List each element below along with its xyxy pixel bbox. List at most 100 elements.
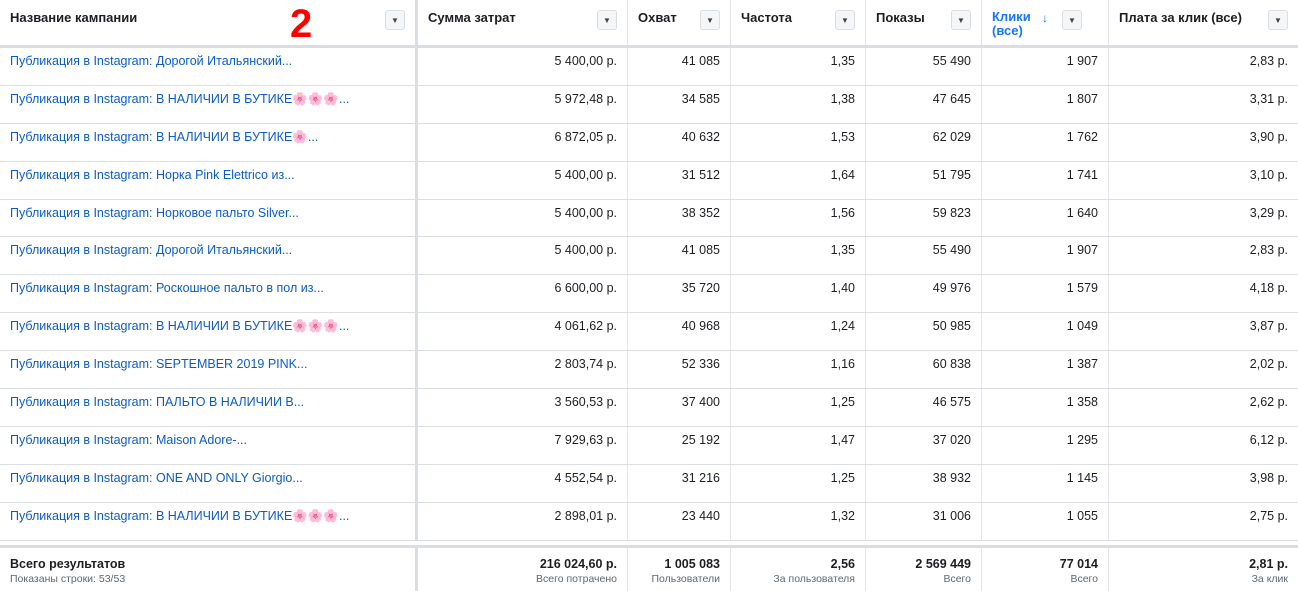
- campaign-name-link[interactable]: Публикация в Instagram: Maison Adore-...: [10, 433, 247, 447]
- totals-subtext: Всего: [1070, 573, 1098, 585]
- reach-cell: 52 336: [628, 351, 731, 389]
- table-row: Публикация в Instagram: В НАЛИЧИИ В БУТИ…: [0, 502, 1298, 541]
- cell-value: 1,25: [830, 470, 855, 485]
- campaign-name-link[interactable]: Публикация в Instagram: SEPTEMBER 2019 P…: [10, 357, 307, 371]
- chevron-down-icon[interactable]: ▼: [597, 10, 617, 30]
- cell-value: 1,35: [830, 54, 855, 68]
- column-header-reach[interactable]: Охват ▼: [628, 0, 731, 45]
- cell-value: 2 898,01 р.: [554, 508, 617, 523]
- campaign-name-link[interactable]: Публикация в Instagram: Норковое пальто …: [10, 206, 299, 220]
- campaign-name-cell: Публикация в Instagram: ONE AND ONLY Gio…: [0, 464, 418, 502]
- table-row: Публикация в Instagram: ONE AND ONLY Gio…: [0, 464, 1298, 503]
- frequency-cell: 1,40: [731, 275, 866, 313]
- cpc-cell: 3,10 р.: [1109, 162, 1298, 199]
- chevron-down-icon[interactable]: ▼: [1268, 10, 1288, 30]
- clicks-cell: 1 387: [982, 351, 1109, 389]
- campaign-name-link[interactable]: Публикация в Instagram: Роскошное пальто…: [10, 281, 324, 295]
- reach-cell: 41 085: [628, 237, 731, 275]
- campaign-name-link[interactable]: Публикация в Instagram: Норка Pink Elett…: [10, 168, 295, 182]
- cell-value: 2,75 р.: [1249, 508, 1288, 523]
- totals-title: Всего результатов: [10, 557, 126, 571]
- cell-value: 1 387: [1066, 357, 1098, 372]
- column-header-spend[interactable]: Сумма затрат ▼: [418, 0, 628, 45]
- campaign-name-link[interactable]: Публикация в Instagram: ONE AND ONLY Gio…: [10, 471, 303, 485]
- cell-value: 31 006: [932, 508, 971, 523]
- cell-value: 41 085: [681, 243, 720, 258]
- column-header-campaign-name[interactable]: Название кампании ▼: [0, 0, 418, 45]
- cell-value: 50 985: [932, 319, 971, 334]
- cell-value: 1 579: [1066, 281, 1098, 296]
- cpc-cell: 3,90 р.: [1109, 124, 1298, 161]
- campaign-name-link[interactable]: Публикация в Instagram: В НАЛИЧИИ В БУТИ…: [10, 509, 349, 524]
- campaign-name-link[interactable]: Публикация в Instagram: Дорогой Итальянс…: [10, 54, 292, 68]
- cpc-cell: 3,87 р.: [1109, 313, 1298, 350]
- cell-value: 5 400,00 р.: [554, 243, 617, 258]
- table-row: Публикация в Instagram: Норковое пальто …: [0, 199, 1298, 238]
- reach-cell: 38 352: [628, 199, 731, 237]
- cell-value: 40 968: [681, 319, 720, 334]
- spend-cell: 6 872,05 р.: [418, 123, 628, 161]
- column-header-label: Частота: [741, 10, 793, 25]
- totals-cpc: 2,81 р. За клик: [1109, 548, 1298, 591]
- totals-value: 1 005 083: [664, 557, 720, 571]
- campaign-name-link[interactable]: Публикация в Instagram: В НАЛИЧИИ В БУТИ…: [10, 92, 349, 107]
- column-header-clicks[interactable]: Клики (все) ↓ ▼: [982, 0, 1109, 45]
- annotation-number: 2: [290, 2, 313, 46]
- chevron-down-icon[interactable]: ▼: [700, 10, 720, 30]
- spend-cell: 5 400,00 р.: [418, 199, 628, 237]
- campaign-name-link[interactable]: Публикация в Instagram: В НАЛИЧИИ В БУТИ…: [10, 130, 318, 145]
- cell-value: 4 061,62 р.: [554, 319, 617, 334]
- cell-value: 3,87 р.: [1249, 319, 1288, 334]
- impressions-cell: 59 823: [866, 199, 982, 237]
- campaign-name-link[interactable]: Публикация в Instagram: ПАЛЬТО В НАЛИЧИИ…: [10, 395, 304, 409]
- clicks-cell: 1 579: [982, 275, 1109, 313]
- totals-spend: 216 024,60 р. Всего потрачено: [418, 548, 628, 591]
- totals-impressions: 2 569 449 Всего: [866, 548, 982, 591]
- totals-subtext: Всего потрачено: [536, 573, 617, 585]
- campaign-name-cell: Публикация в Instagram: SEPTEMBER 2019 P…: [0, 351, 418, 389]
- totals-label-cell: Всего результатов Показаны строки: 53/53: [0, 548, 418, 591]
- cell-value: 2,02 р.: [1249, 357, 1288, 372]
- totals-subtext: За клик: [1251, 573, 1288, 585]
- column-header-frequency[interactable]: Частота ▼: [731, 0, 866, 45]
- clicks-cell: 1 807: [982, 85, 1109, 123]
- campaign-name-cell: Публикация в Instagram: Норка Pink Elett…: [0, 161, 418, 199]
- cell-value: 1,25: [830, 395, 855, 410]
- clicks-cell: 1 741: [982, 161, 1109, 199]
- column-header-impressions[interactable]: Показы ▼: [866, 0, 982, 45]
- cell-value: 5 400,00 р.: [554, 205, 617, 220]
- cell-value: 1,47: [830, 432, 855, 447]
- cell-value: 1 358: [1066, 395, 1098, 410]
- impressions-cell: 51 795: [866, 161, 982, 199]
- spend-cell: 5 972,48 р.: [418, 85, 628, 123]
- cell-value: 1,16: [830, 357, 855, 372]
- frequency-cell: 1,64: [731, 161, 866, 199]
- cell-value: 2,62 р.: [1249, 395, 1288, 410]
- cell-value: 4 552,54 р.: [554, 470, 617, 485]
- campaign-name-cell: Публикация в Instagram: Maison Adore-...: [0, 426, 418, 464]
- cell-value: 55 490: [932, 54, 971, 68]
- spend-cell: 3 560,53 р.: [418, 389, 628, 426]
- column-header-label: Плата за клик (все): [1119, 10, 1242, 25]
- totals-subtext: За пользователя: [773, 573, 855, 585]
- frequency-cell: 1,25: [731, 389, 866, 426]
- column-header-label: Показы: [876, 10, 925, 25]
- chevron-down-icon[interactable]: ▼: [1062, 10, 1082, 30]
- impressions-cell: 31 006: [866, 502, 982, 540]
- chevron-down-icon[interactable]: ▼: [835, 10, 855, 30]
- cell-value: 1,35: [830, 243, 855, 258]
- cell-value: 62 029: [932, 129, 971, 144]
- cell-value: 1 055: [1066, 508, 1098, 523]
- cpc-cell: 6,12 р.: [1109, 427, 1298, 464]
- cell-value: 2 803,74 р.: [554, 357, 617, 372]
- chevron-down-icon[interactable]: ▼: [385, 10, 405, 30]
- table-header: Название кампании ▼ Сумма затрат ▼ Охват…: [0, 0, 1298, 48]
- chevron-down-icon[interactable]: ▼: [951, 10, 971, 30]
- cell-value: 3,10 р.: [1249, 167, 1288, 182]
- column-header-cpc[interactable]: Плата за клик (все) ▼: [1109, 0, 1298, 45]
- impressions-cell: 55 490: [866, 48, 982, 85]
- campaign-name-link[interactable]: Публикация в Instagram: В НАЛИЧИИ В БУТИ…: [10, 319, 349, 334]
- cell-value: 60 838: [932, 357, 971, 372]
- campaign-name-link[interactable]: Публикация в Instagram: Дорогой Итальянс…: [10, 243, 292, 257]
- cell-value: 1 741: [1066, 167, 1098, 182]
